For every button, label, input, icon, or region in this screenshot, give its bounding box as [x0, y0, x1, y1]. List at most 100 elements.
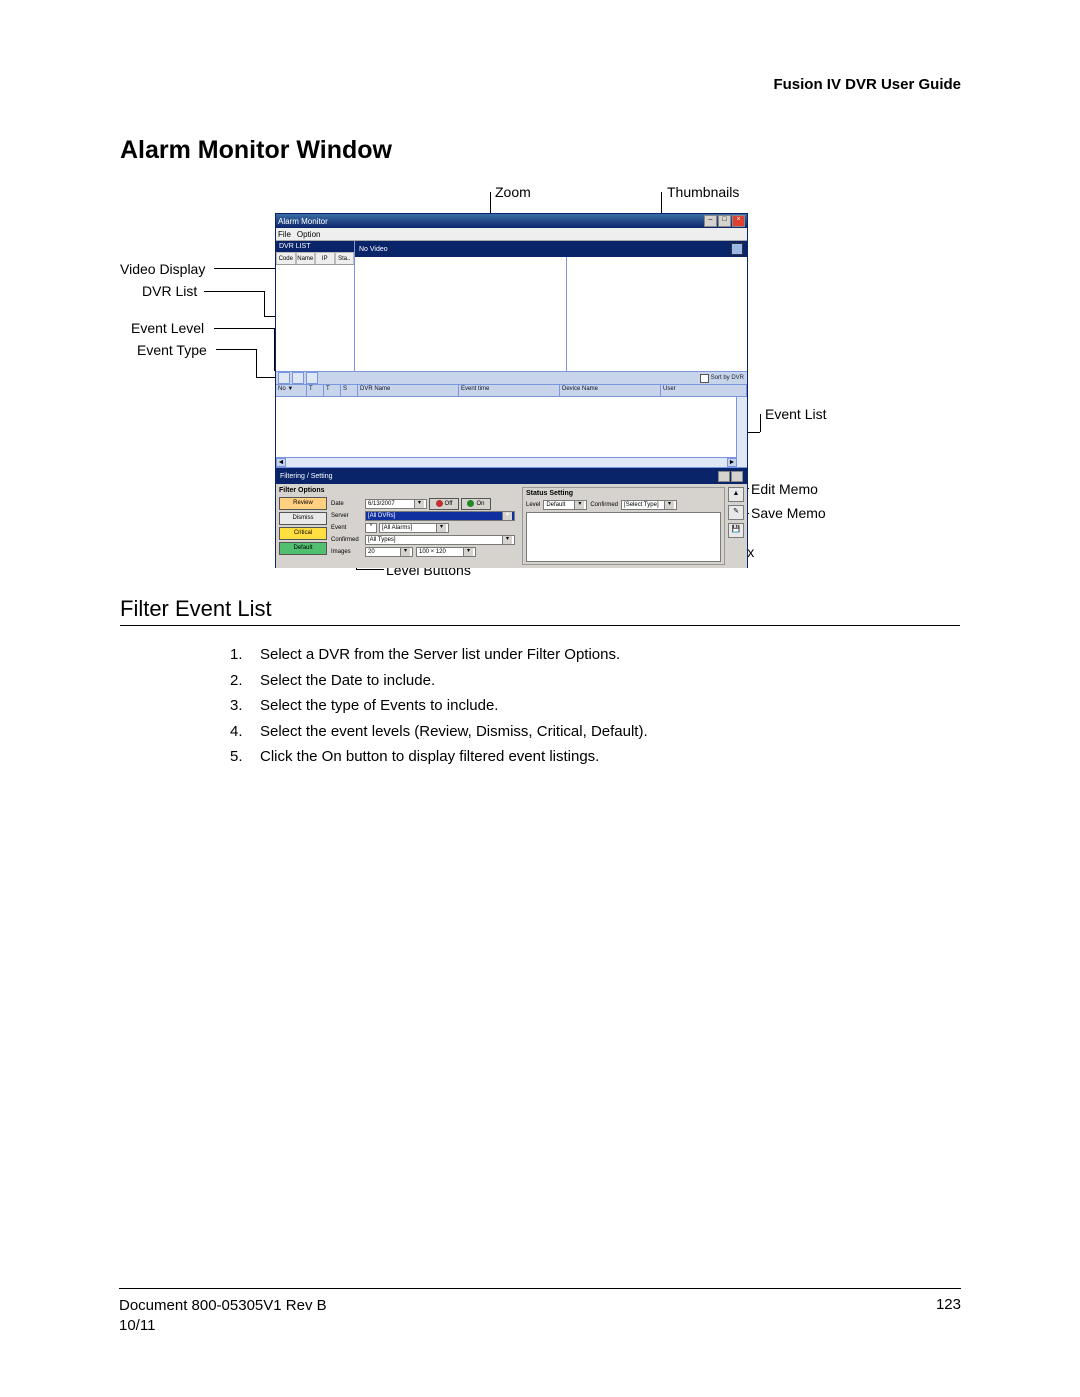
col-s[interactable]: S	[341, 385, 358, 396]
level-buttons-group: Filter Options Review Dismiss Critical D…	[279, 487, 327, 565]
date-value: 6/13/2007	[368, 501, 395, 507]
footer-rule	[119, 1288, 961, 1289]
dvr-tab-status[interactable]: Sta..	[335, 252, 355, 264]
chevron-down-icon: ▾	[400, 548, 410, 556]
confirmed-select[interactable]: [All Types] ▾	[365, 535, 515, 545]
server-label: Server	[331, 513, 365, 519]
filter-event-steps: 1.Select a DVR from the Server list unde…	[230, 642, 648, 770]
filter-options-label: Filter Options	[279, 487, 327, 494]
footer-doc-id: Document 800-05305V1 Rev B	[119, 1297, 327, 1314]
images-size-select[interactable]: 100 × 120 ▾	[416, 547, 476, 557]
status-confirmed-select[interactable]: [Select Type] ▾	[621, 500, 677, 510]
thumbnails-area[interactable]	[567, 257, 747, 371]
dvr-list-panel: DVR LIST Code Name IP Sta..	[276, 241, 355, 371]
dvr-list-header: DVR LIST	[276, 241, 354, 252]
memo-text-box[interactable]	[526, 512, 721, 562]
dvr-tab-name[interactable]: Name	[296, 252, 316, 264]
server-select[interactable]: [All DVRs] ▾	[365, 511, 515, 521]
scroll-left-icon[interactable]: ◄	[276, 458, 286, 467]
filtering-setting-header: Filtering / Setting	[276, 468, 747, 484]
chevron-down-icon: ▾	[414, 500, 424, 508]
heading-alarm-monitor-window: Alarm Monitor Window	[120, 136, 392, 165]
window-title: Alarm Monitor	[278, 217, 703, 226]
date-picker[interactable]: 6/13/2007 ▾	[365, 499, 427, 509]
dvr-tab-code[interactable]: Code	[276, 252, 296, 264]
sort-by-dvr-checkbox[interactable]: Sort by DVR	[700, 374, 747, 383]
col-device-name[interactable]: Device Name	[560, 385, 661, 396]
list-item: 2.Select the Date to include.	[230, 668, 648, 694]
filter-off-button[interactable]: Off	[429, 498, 459, 510]
event-select[interactable]: [All Alarms] ▾	[379, 523, 449, 533]
default-button[interactable]: Default	[279, 542, 327, 555]
video-main-area[interactable]	[355, 257, 567, 371]
list-item: 4.Select the event levels (Review, Dismi…	[230, 719, 648, 745]
close-button[interactable]: ×	[732, 215, 745, 227]
alarm-monitor-diagram: Zoom Thumbnails Video Display DVR List E…	[120, 184, 960, 584]
footer-date: 10/11	[119, 1317, 155, 1334]
document-page: Fusion IV DVR User Guide Alarm Monitor W…	[0, 0, 1080, 1397]
callout-thumbnails: Thumbnails	[667, 184, 739, 200]
save-memo-button[interactable]: 💾	[728, 523, 744, 538]
horizontal-scrollbar[interactable]	[276, 457, 737, 467]
event-list-body[interactable]: ◄ ►	[276, 397, 747, 468]
col-dvr-name[interactable]: DVR Name	[358, 385, 459, 396]
heading-rule	[120, 625, 960, 626]
titlebar[interactable]: Alarm Monitor – □ ×	[276, 214, 747, 228]
alarm-monitor-window: Alarm Monitor – □ × File Option DVR LIST…	[275, 213, 748, 568]
video-display-panel: No Video	[355, 241, 747, 371]
sort-by-dvr-label: Sort by DVR	[711, 375, 744, 381]
status-setting-label: Status Setting	[526, 490, 721, 497]
dvr-list-body[interactable]	[276, 265, 354, 371]
col-t1[interactable]: T	[307, 385, 324, 396]
dvr-tab-ip[interactable]: IP	[315, 252, 335, 264]
col-no[interactable]: No ▼	[276, 385, 307, 396]
event-columns: No ▼ T T S DVR Name Event time Device Na…	[276, 385, 747, 397]
review-button[interactable]: Review	[279, 497, 327, 510]
event-type-icon[interactable]	[292, 372, 304, 384]
event-value: [All Alarms]	[382, 525, 412, 531]
fs-minimize-icon[interactable]	[718, 471, 730, 482]
event-toolbar: Sort by DVR	[276, 371, 747, 385]
server-value: [All DVRs]	[368, 513, 395, 519]
scroll-up-button[interactable]: ▲	[728, 487, 744, 502]
dismiss-button[interactable]: Dismiss	[279, 512, 327, 525]
zoom-icon[interactable]	[731, 243, 743, 255]
status-level-label: Level	[526, 502, 540, 508]
maximize-button[interactable]: □	[718, 215, 731, 227]
callout-edit-memo: Edit Memo	[751, 481, 818, 497]
menu-file[interactable]: File	[278, 230, 291, 239]
menubar: File Option	[276, 228, 747, 241]
vertical-scrollbar[interactable]	[736, 397, 747, 467]
critical-button[interactable]: Critical	[279, 527, 327, 540]
col-t2[interactable]: T	[324, 385, 341, 396]
page-number: 123	[936, 1296, 961, 1313]
edit-memo-button[interactable]: ✎	[728, 505, 744, 520]
status-confirmed-value: [Select Type]	[624, 502, 659, 508]
images-size: 100 × 120	[419, 549, 446, 555]
filter-on-button[interactable]: On	[461, 498, 491, 510]
status-level-select[interactable]: Default ▾	[543, 500, 587, 510]
event-level-icon[interactable]	[278, 372, 290, 384]
col-event-time[interactable]: Event time	[459, 385, 560, 396]
scroll-right-icon[interactable]: ►	[727, 458, 737, 467]
event-search-icon[interactable]	[306, 372, 318, 384]
callout-event-list: Event List	[765, 406, 826, 422]
chevron-down-icon: ▾	[502, 512, 512, 520]
footer-left: Document 800-05305V1 Rev B 10/11	[119, 1296, 327, 1337]
filtering-setting-title: Filtering / Setting	[280, 473, 333, 480]
callout-save-memo: Save Memo	[751, 505, 826, 521]
minimize-button[interactable]: –	[704, 215, 717, 227]
status-level-value: Default	[546, 502, 565, 508]
chevron-down-icon: ▾	[436, 524, 446, 532]
menu-option[interactable]: Option	[297, 230, 321, 239]
event-chk[interactable]: *	[365, 523, 377, 533]
event-label: Event	[331, 525, 365, 531]
heading-filter-event-list: Filter Event List	[120, 596, 272, 622]
images-count-select[interactable]: 20 ▾	[365, 547, 413, 557]
fs-restore-icon[interactable]	[731, 471, 743, 482]
col-user[interactable]: User	[661, 385, 747, 396]
list-item: 1.Select a DVR from the Server list unde…	[230, 642, 648, 668]
callout-event-level: Event Level	[131, 320, 204, 336]
chevron-down-icon: ▾	[502, 536, 512, 544]
status-confirmed-label: Confirmed	[590, 502, 618, 508]
